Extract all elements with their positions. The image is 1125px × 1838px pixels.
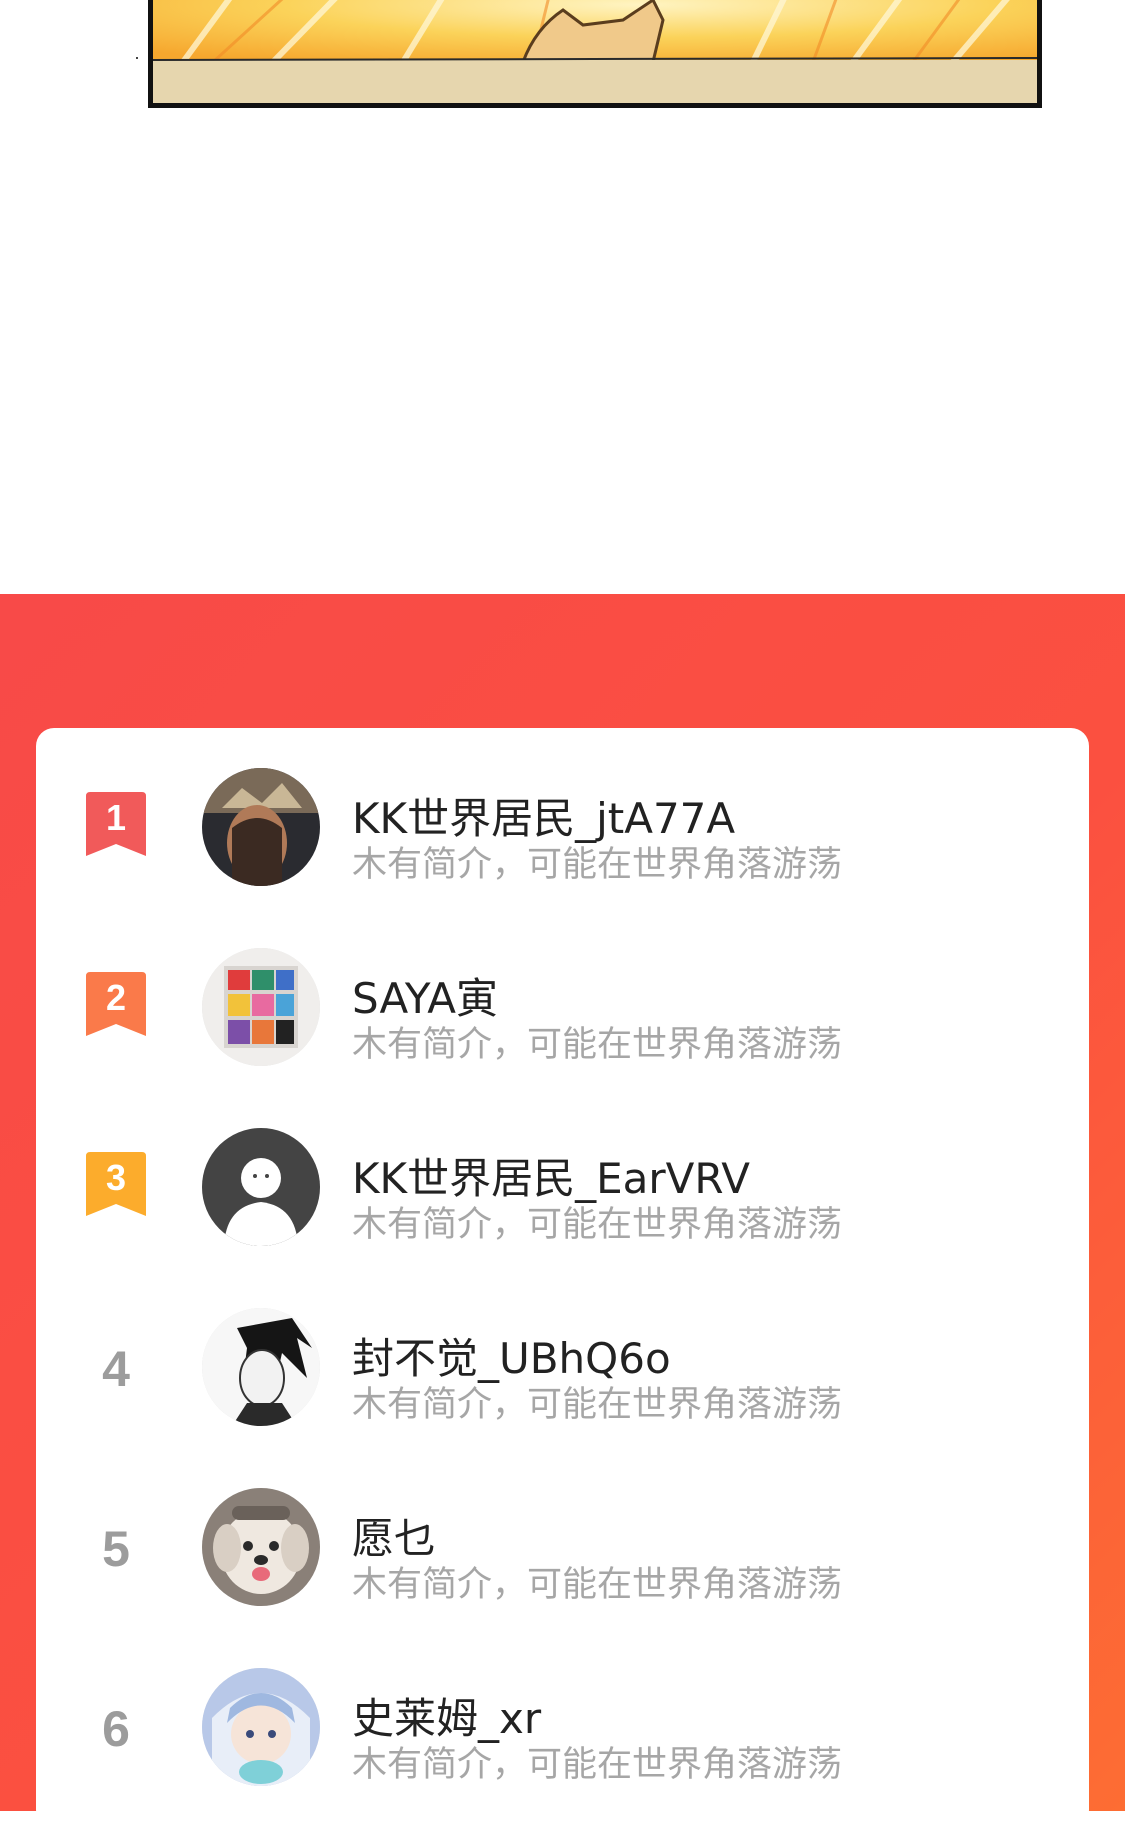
ranking-card: 1 KK世界居民_jtA77A 木有简介，可能在世界角落游荡 2 SAYA寅 木… [36, 728, 1089, 1828]
user-name[interactable]: 封不觉_UBhQ6o [352, 1338, 671, 1380]
user-bio: 木有简介，可能在世界角落游荡 [352, 1745, 843, 1785]
user-bio: 木有简介，可能在世界角落游荡 [352, 1385, 843, 1425]
rank-label: 1 [106, 797, 126, 838]
user-name[interactable]: KK世界居民_EarVRV [352, 1158, 750, 1200]
ranking-row[interactable]: 3 KK世界居民_EarVRV 木有简介，可能在世界角落游荡 [36, 1118, 1089, 1298]
user-bio: 木有简介，可能在世界角落游荡 [352, 1205, 843, 1245]
user-name[interactable]: 愿乜 [352, 1518, 436, 1560]
avatar[interactable] [202, 1488, 320, 1606]
user-name[interactable]: SAYA寅 [352, 978, 498, 1020]
ranking-row[interactable]: 2 SAYA寅 木有简介，可能在世界角落游荡 [36, 938, 1089, 1118]
user-bio: 木有简介，可能在世界角落游荡 [352, 1565, 843, 1605]
user-name[interactable]: KK世界居民_jtA77A [352, 798, 735, 840]
user-name[interactable]: 史莱姆_xr [352, 1698, 541, 1740]
ranking-row[interactable]: 1 KK世界居民_jtA77A 木有简介，可能在世界角落游荡 [36, 758, 1089, 938]
rank-label: 3 [106, 1157, 126, 1198]
avatar[interactable] [202, 948, 320, 1066]
comic-panel-image [148, 0, 1042, 108]
ranking-row[interactable]: 6 史莱姆_xr 木有简介，可能在世界角落游荡 [36, 1658, 1089, 1838]
avatar[interactable] [202, 1668, 320, 1786]
decorative-dot [136, 57, 138, 59]
rank-number: 6 [102, 1701, 130, 1757]
rank-label: 2 [106, 977, 126, 1018]
ranking-row[interactable]: 5 愿乜 木有简介，可能在世界角落游荡 [36, 1478, 1089, 1658]
ranking-section: 1 KK世界居民_jtA77A 木有简介，可能在世界角落游荡 2 SAYA寅 木… [0, 594, 1125, 1828]
rank-3-ribbon-icon: 3 [86, 1152, 146, 1216]
default-avatar-icon[interactable] [202, 1128, 320, 1246]
avatar[interactable] [202, 768, 320, 886]
ranking-row[interactable]: 4 封不觉_UBhQ6o 木有简介，可能在世界角落游荡 [36, 1298, 1089, 1478]
user-bio: 木有简介，可能在世界角落游荡 [352, 845, 843, 885]
user-bio: 木有简介，可能在世界角落游荡 [352, 1025, 843, 1065]
rank-1-ribbon-icon: 1 [86, 792, 146, 856]
rank-number: 4 [102, 1341, 130, 1397]
rank-2-ribbon-icon: 2 [86, 972, 146, 1036]
avatar[interactable] [202, 1308, 320, 1426]
rank-number: 5 [102, 1521, 130, 1577]
